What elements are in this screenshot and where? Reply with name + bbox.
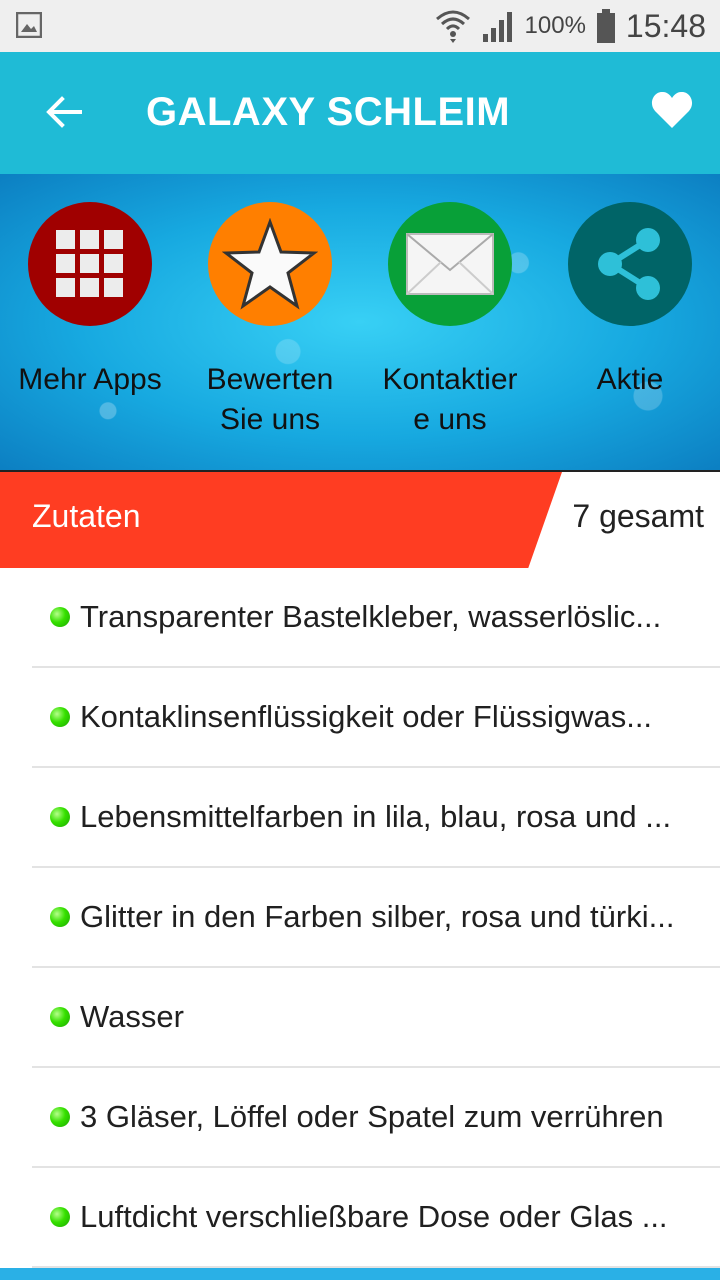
list-item-text: 3 Gläser, Löffel oder Spatel zum verrühr… [80,1099,664,1134]
app-bar: GALAXY SCHLEIM [0,52,720,174]
list-item[interactable]: Luftdicht verschließbare Dose oder Glas … [32,1168,720,1268]
image-icon [16,12,42,38]
list-item-text: Transparenter Bastelkleber, wasserlöslic… [80,599,662,634]
page-title: GALAXY SCHLEIM [146,90,511,134]
rate-us-circle [208,202,332,326]
ingredients-header: Zutaten 7 gesamt [0,470,720,568]
list-item-text: Lebensmittelfarben in lila, blau, rosa u… [80,799,672,834]
list-item[interactable]: Wasser [32,968,720,1068]
contact-us-button[interactable]: Kontaktier e uns [360,202,540,440]
bullet-icon [50,907,70,927]
ingredients-list: Transparenter Bastelkleber, wasserlöslic… [32,568,720,1268]
heart-icon[interactable] [650,88,694,132]
share-circle [568,202,692,326]
bullet-icon [50,1207,70,1227]
list-item[interactable]: Lebensmittelfarben in lila, blau, rosa u… [32,768,720,868]
more-apps-button[interactable]: Mehr Apps [0,202,180,400]
list-item-text: Luftdicht verschließbare Dose oder Glas … [80,1199,668,1234]
bullet-icon [50,807,70,827]
list-item-text: Kontaklinsenflüssigkeit oder Flüssigwas.… [80,699,653,734]
list-item-text: Glitter in den Farben silber, rosa und t… [80,899,675,934]
list-item[interactable]: Glitter in den Farben silber, rosa und t… [32,868,720,968]
contact-us-circle [388,202,512,326]
contact-us-label: Kontaktier e uns [382,363,518,436]
battery-percentage: 100% [524,12,586,39]
wifi-icon [435,10,470,43]
share-label: Aktie [596,363,664,396]
bullet-icon [50,707,70,727]
bottom-banner-edge [0,1268,720,1280]
signal-icon [482,12,512,42]
star-icon [222,218,318,310]
clock: 15:48 [625,7,706,44]
status-bar: 100% 15:48 [0,0,720,52]
more-apps-circle [28,202,152,326]
list-item[interactable]: 3 Gläser, Löffel oder Spatel zum verrühr… [32,1068,720,1168]
share-icon [598,228,660,300]
section-title: Zutaten [32,498,141,534]
share-button[interactable]: Aktie [540,202,720,400]
action-banner: Mehr Apps Bewerten Sie uns Kontaktier e un… [0,174,720,470]
list-item[interactable]: Kontaklinsenflüssigkeit oder Flüssigwas.… [32,668,720,768]
arrow-left-icon[interactable] [44,92,84,132]
bullet-icon [50,1007,70,1027]
list-item[interactable]: Transparenter Bastelkleber, wasserlöslic… [32,568,720,668]
ingredients-count: 7 gesamt [572,498,704,534]
bullet-icon [50,607,70,627]
mail-icon [406,233,494,295]
rate-us-label: Bewerten Sie uns [206,363,334,436]
bullet-icon [50,1107,70,1127]
rate-us-button[interactable]: Bewerten Sie uns [180,202,360,440]
section-title-tab: Zutaten [0,472,562,568]
more-apps-label: Mehr Apps [18,363,162,396]
battery-icon [596,9,615,43]
grid-icon [56,230,123,297]
list-item-text: Wasser [80,999,184,1034]
